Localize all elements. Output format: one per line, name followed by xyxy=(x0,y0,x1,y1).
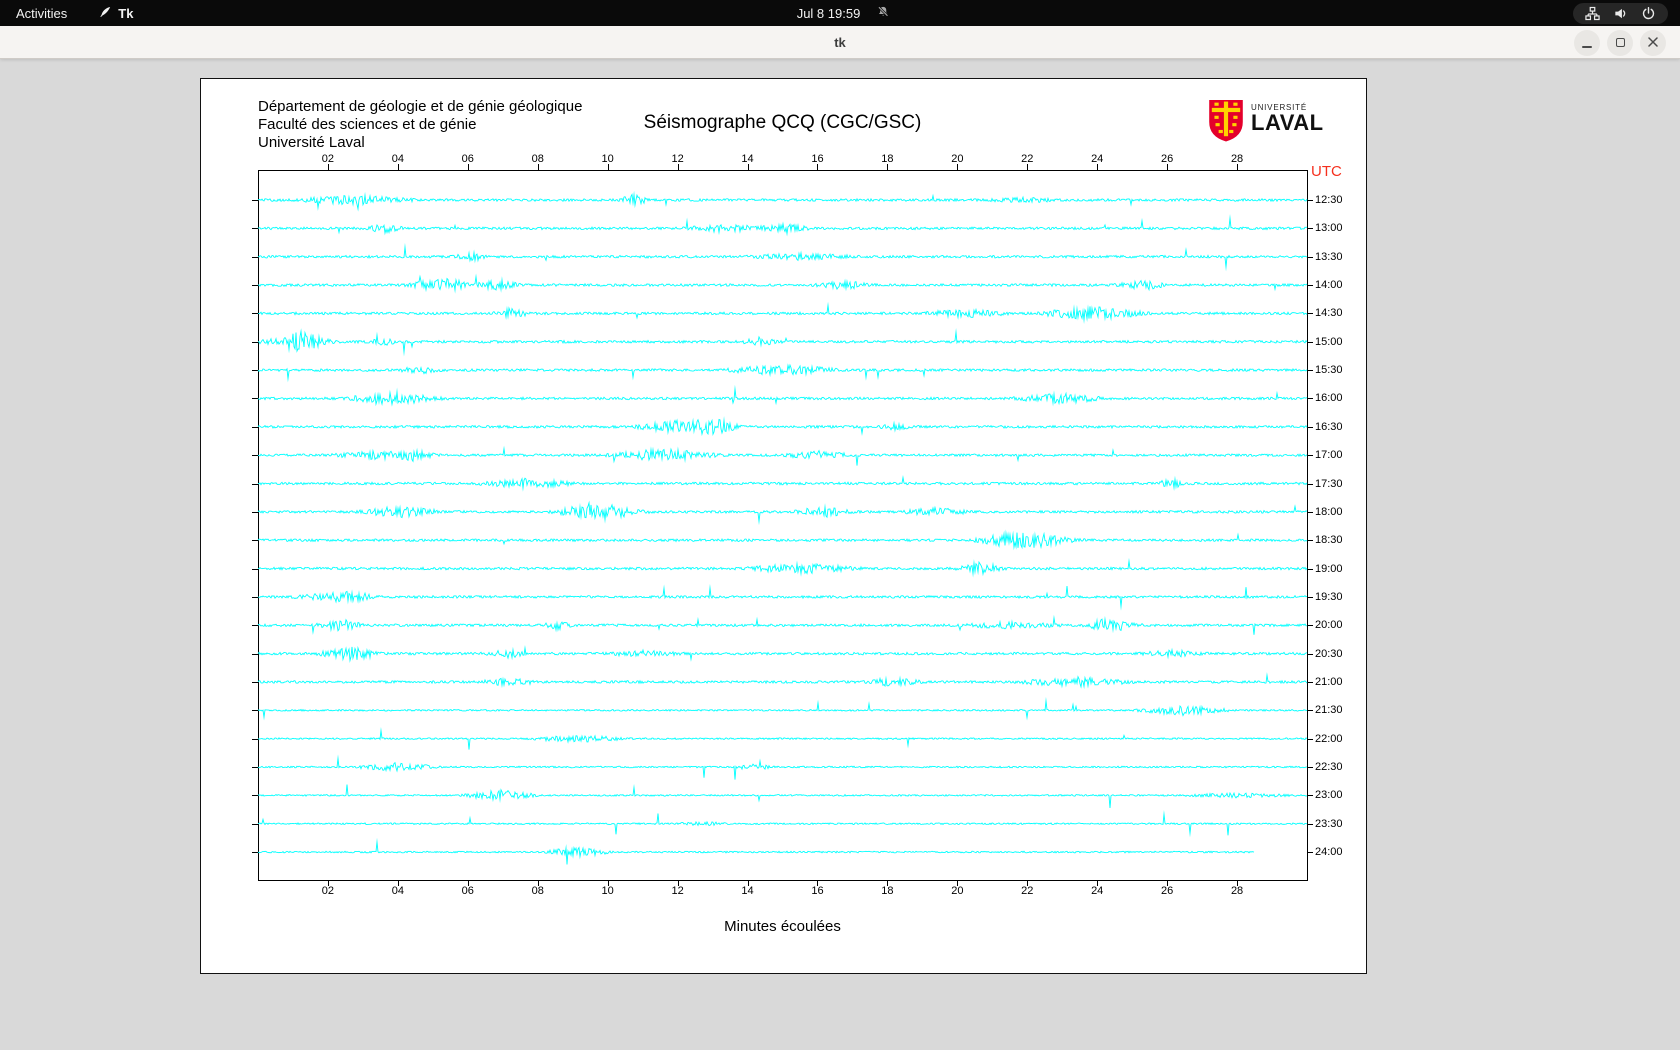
logo-wordmark-large: LAVAL xyxy=(1251,110,1324,135)
x-tick-label: 20 xyxy=(951,885,964,897)
x-tick-label: 20 xyxy=(951,153,964,165)
x-tick-label: 22 xyxy=(1021,885,1034,897)
maximize-icon xyxy=(1615,38,1625,47)
x-tick-label: 08 xyxy=(531,885,544,897)
close-icon xyxy=(1648,35,1658,50)
row-time-label: 17:00 xyxy=(1315,449,1343,462)
row-time-label: 14:00 xyxy=(1315,279,1343,292)
laval-shield-icon xyxy=(1208,100,1244,147)
desktop: Activities Tk Jul 8 19:59 tk Département… xyxy=(0,0,1680,1050)
row-time-label: 18:30 xyxy=(1315,534,1343,547)
x-tick-label: 18 xyxy=(881,885,894,897)
network-icon xyxy=(1585,6,1600,21)
row-time-label: 17:30 xyxy=(1315,477,1343,490)
x-tick-label: 26 xyxy=(1161,153,1174,165)
activities-button[interactable]: Activities xyxy=(10,0,73,26)
row-time-label: 16:00 xyxy=(1315,392,1343,405)
system-status-area[interactable] xyxy=(1573,2,1668,24)
x-tick-label: 24 xyxy=(1091,885,1104,897)
focused-app-label: Tk xyxy=(118,5,134,21)
header-line-3: Université Laval xyxy=(258,134,365,151)
x-tick-label: 06 xyxy=(461,885,474,897)
x-tick-label: 26 xyxy=(1161,885,1174,897)
x-axis-label: Minutes écoulées xyxy=(724,918,841,935)
x-tick-label: 10 xyxy=(601,885,614,897)
helicorder-trace-canvas xyxy=(201,79,1366,973)
row-time-label: 14:30 xyxy=(1315,307,1343,320)
row-time-label: 21:00 xyxy=(1315,675,1343,688)
row-time-label: 15:30 xyxy=(1315,364,1343,377)
window-titlebar[interactable]: tk xyxy=(0,26,1680,59)
seismograph-panel: Département de géologie et de génie géol… xyxy=(201,79,1366,973)
row-time-label: 22:30 xyxy=(1315,761,1343,773)
row-time-label: 13:30 xyxy=(1315,250,1343,263)
row-time-label: 15:00 xyxy=(1315,335,1343,348)
gnome-top-bar: Activities Tk Jul 8 19:59 xyxy=(0,0,1680,26)
row-time-label: 20:30 xyxy=(1315,647,1343,660)
x-tick-label: 16 xyxy=(811,885,824,897)
row-time-label: 16:30 xyxy=(1315,420,1343,433)
focused-app-menu[interactable]: Tk xyxy=(93,0,139,26)
x-tick-label: 12 xyxy=(671,153,684,165)
x-tick-label: 16 xyxy=(811,153,824,165)
clock-button[interactable]: Jul 8 19:59 xyxy=(791,0,867,26)
row-time-label: 22:00 xyxy=(1315,732,1343,745)
notifications-muted-icon xyxy=(876,5,889,21)
utc-label: UTC xyxy=(1311,163,1342,180)
row-time-label: 23:00 xyxy=(1315,789,1343,802)
row-time-label: 13:00 xyxy=(1315,222,1343,235)
x-tick-label: 10 xyxy=(601,153,614,165)
plot-title: Séismographe QCQ (CGC/GSC) xyxy=(643,112,922,133)
minimize-icon xyxy=(1582,45,1592,48)
x-tick-label: 28 xyxy=(1230,885,1244,897)
row-time-label: 23:30 xyxy=(1315,817,1343,830)
x-tick-label: 04 xyxy=(391,153,404,165)
row-time-label: 24:00 xyxy=(1315,846,1343,859)
x-tick-label: 04 xyxy=(391,885,404,897)
x-tick-label: 18 xyxy=(881,153,894,165)
row-time-label: 19:00 xyxy=(1315,562,1343,575)
x-tick-label: 14 xyxy=(741,153,754,165)
x-tick-label: 02 xyxy=(321,153,335,165)
x-tick-label: 02 xyxy=(321,885,335,897)
x-tick-label: 24 xyxy=(1091,153,1104,165)
row-time-label: 21:30 xyxy=(1315,704,1343,717)
x-tick-label: 06 xyxy=(461,153,474,165)
row-time-label: 20:00 xyxy=(1315,619,1343,632)
row-time-label: 19:30 xyxy=(1315,590,1343,603)
row-time-label: 12:30 xyxy=(1315,194,1343,206)
maximize-button[interactable] xyxy=(1607,29,1633,56)
university-logo: UNIVERSITÉ LAVAL xyxy=(1208,100,1324,147)
x-tick-label: 08 xyxy=(531,153,544,165)
power-icon xyxy=(1641,6,1656,21)
row-time-label: 18:00 xyxy=(1315,505,1343,518)
x-tick-label: 14 xyxy=(741,885,754,897)
volume-icon xyxy=(1613,6,1628,21)
window-title: tk xyxy=(834,35,846,50)
x-tick-label: 12 xyxy=(671,885,684,897)
x-tick-label: 28 xyxy=(1230,153,1244,165)
x-tick-label: 22 xyxy=(1021,153,1034,165)
close-button[interactable] xyxy=(1640,29,1666,56)
minimize-button[interactable] xyxy=(1574,29,1600,56)
tk-feather-icon xyxy=(99,5,112,21)
